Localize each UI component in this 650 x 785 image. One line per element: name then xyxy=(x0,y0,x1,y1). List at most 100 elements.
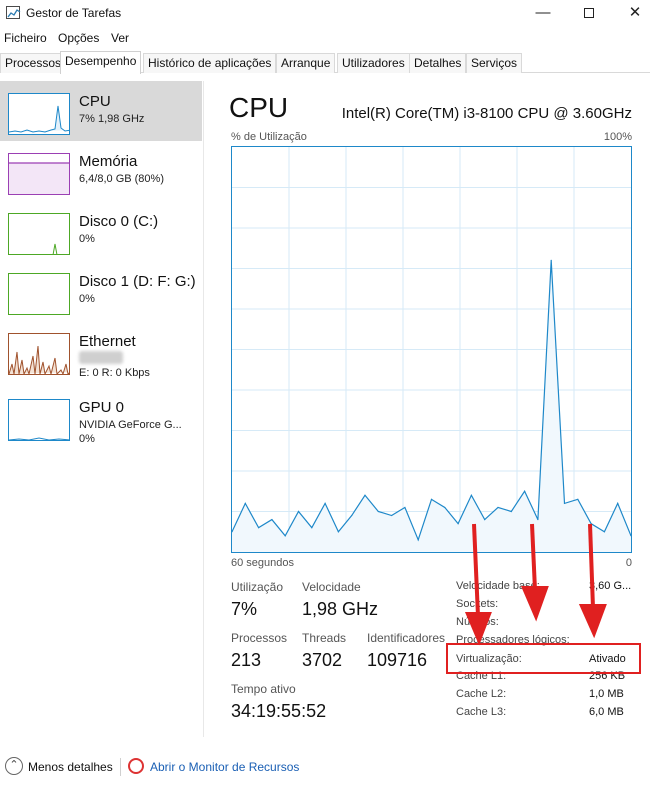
menu-opcoes[interactable]: Opções xyxy=(58,31,99,45)
close-icon: ✕ xyxy=(628,4,642,21)
data-point xyxy=(244,502,246,504)
data-point xyxy=(404,506,406,509)
sidebar-item-value: NVIDIA GeForce G... xyxy=(79,419,182,431)
spec-value: 1,0 MB xyxy=(589,688,624,700)
footer-divider xyxy=(120,758,121,776)
tab-desempenho[interactable]: Desempenho xyxy=(60,51,142,74)
annotation-arrows xyxy=(464,523,607,646)
data-point xyxy=(563,502,566,504)
chevron-up-icon[interactable]: ⌃ xyxy=(5,757,23,775)
cpu-graph-icon xyxy=(8,93,70,135)
data-point xyxy=(377,510,379,513)
footer-bar: ⌃ Menos detalhes Abrir o Monitor de Recu… xyxy=(0,752,650,782)
sidebar-item-label: Ethernet xyxy=(79,333,136,350)
threads-label: Threads xyxy=(302,631,347,645)
x-axis-label: 60 segundos xyxy=(231,557,294,569)
cpu-model-name: Intel(R) Core(TM) i3-8100 CPU @ 3.60GHz xyxy=(341,105,632,122)
menu-ver[interactable]: Ver xyxy=(111,31,129,45)
cpu-utilization-chart xyxy=(231,146,632,553)
spec-label: Cache L3: xyxy=(456,706,507,718)
ethernet-graph-icon xyxy=(8,333,70,375)
data-point xyxy=(271,518,273,521)
spec-label: Cache L2: xyxy=(456,688,507,700)
sidebar-item-label: Disco 1 (D: F: G:) xyxy=(79,273,196,290)
processes-label: Processos xyxy=(231,631,288,645)
less-details-link[interactable]: Menos detalhes xyxy=(28,760,113,774)
tab-utilizadores[interactable]: Utilizadores xyxy=(337,53,410,73)
data-point xyxy=(364,494,366,496)
data-point xyxy=(524,490,526,492)
gpu-graph-icon xyxy=(8,399,70,441)
handles-label: Identificadores xyxy=(367,631,446,645)
data-point xyxy=(444,506,446,509)
sidebar-item-label: CPU xyxy=(79,93,111,110)
sidebar-item-gpu[interactable]: GPU 0 NVIDIA GeForce G... 0% xyxy=(0,387,202,447)
data-point xyxy=(351,514,353,517)
data-point xyxy=(324,502,326,504)
speed-label: Velocidade xyxy=(302,580,361,594)
data-point xyxy=(510,510,512,513)
utilization-label: Utilização xyxy=(231,580,284,594)
data-point xyxy=(430,498,433,500)
minimize-icon: — xyxy=(535,4,551,21)
tab-historico[interactable]: Histórico de aplicações xyxy=(143,53,277,73)
page-title: CPU xyxy=(229,92,289,123)
sidebar-item-cpu[interactable]: CPU 7% 1,98 GHz xyxy=(0,81,202,141)
sidebar-item-label: GPU 0 xyxy=(79,399,125,416)
redacted-adapter-name xyxy=(79,351,123,364)
sidebar-item-value: 0% xyxy=(79,293,95,305)
uptime-label: Tempo ativo xyxy=(231,682,296,696)
task-manager-icon xyxy=(6,6,21,19)
data-point xyxy=(232,531,233,533)
data-point xyxy=(311,527,313,529)
disk-graph-icon xyxy=(8,273,70,315)
maximize-icon xyxy=(584,8,594,18)
disk-graph-icon xyxy=(8,213,70,255)
uptime-value: 34:19:55:52 xyxy=(231,701,327,721)
tab-arranque[interactable]: Arranque xyxy=(276,53,336,73)
threads-value: 3702 xyxy=(302,650,343,670)
cpu-series-line xyxy=(232,260,631,542)
sidebar-item-disco-1[interactable]: Disco 1 (D: F: G:) 0% xyxy=(0,261,202,321)
handles-value: 109716 xyxy=(367,650,428,670)
sidebar-item-value: 6,4/8,0 GB (80%) xyxy=(79,173,164,185)
title-bar: Gestor de Tarefas — ✕ xyxy=(0,0,650,28)
sidebar-item-label: Memória xyxy=(79,153,138,170)
memory-graph-icon xyxy=(8,153,70,195)
maximize-button[interactable] xyxy=(566,0,612,28)
processes-value: 213 xyxy=(231,650,262,670)
data-point xyxy=(617,502,619,504)
data-point xyxy=(258,527,260,529)
speed-value: 1,98 GHz xyxy=(302,599,379,619)
data-point xyxy=(550,259,552,262)
tab-processos[interactable]: Processos xyxy=(0,53,67,73)
tab-detalhes[interactable]: Detalhes xyxy=(409,53,467,73)
close-button[interactable]: ✕ xyxy=(612,0,650,28)
utilization-value: 7% xyxy=(231,599,258,619)
resource-monitor-icon[interactable] xyxy=(128,758,144,774)
resource-sidebar: CPU 7% 1,98 GHz Memória 6,4/8,0 GB (80%)… xyxy=(0,81,204,737)
resource-monitor-link[interactable]: Abrir o Monitor de Recursos xyxy=(150,760,299,774)
sidebar-item-value: 0% xyxy=(79,233,95,245)
sidebar-item-label: Disco 0 (C:) xyxy=(79,213,159,230)
data-point xyxy=(470,494,472,496)
sidebar-item-disco-0[interactable]: Disco 0 (C:) 0% xyxy=(0,201,202,261)
sidebar-item-memoria[interactable]: Memória 6,4/8,0 GB (80%) xyxy=(0,141,202,201)
data-point xyxy=(577,498,579,500)
data-point xyxy=(391,514,393,517)
data-point xyxy=(297,510,300,513)
sidebar-item-ethernet[interactable]: Ethernet E: 0 R: 0 Kbps xyxy=(0,321,202,381)
window-title: Gestor de Tarefas xyxy=(26,6,122,20)
menu-ficheiro[interactable]: Ficheiro xyxy=(4,31,47,45)
y-axis-max-label: 100% xyxy=(603,131,632,143)
sidebar-item-value: 7% 1,98 GHz xyxy=(79,113,145,125)
spec-value: 6,0 MB xyxy=(589,706,624,718)
data-point xyxy=(417,539,419,541)
y-axis-label: % de Utilização xyxy=(231,131,307,143)
tab-servicos[interactable]: Serviços xyxy=(466,53,523,73)
tab-bar: Processos Desempenho Histórico de aplica… xyxy=(0,51,650,74)
data-point xyxy=(284,535,286,537)
minimize-button[interactable]: — xyxy=(520,0,566,28)
data-point xyxy=(337,531,339,533)
data-point xyxy=(457,523,459,525)
